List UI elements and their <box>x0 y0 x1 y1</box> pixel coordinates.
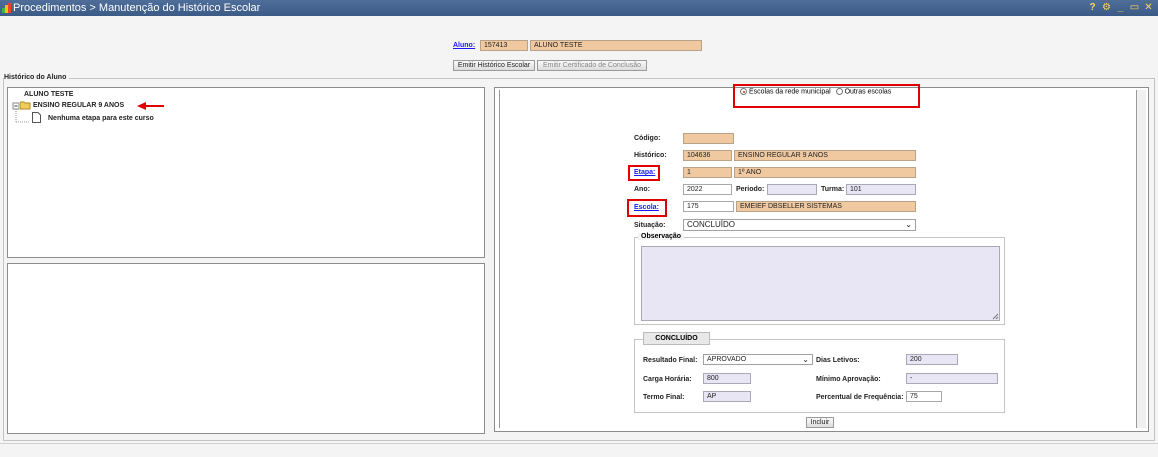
carga-horaria-label: Carga Horária: <box>643 376 692 383</box>
resize-grip-icon[interactable] <box>992 313 999 320</box>
red-arrow-annotation-icon <box>137 102 164 110</box>
tree-panel: ALUNO TESTE ENSINO REGULAR 9 ANOS Nenhum… <box>7 87 485 258</box>
codigo-label: Código: <box>634 135 661 142</box>
chevron-down-icon: ⌄ <box>905 220 912 229</box>
historico-name-field: ENSINO REGULAR 9 ANOS <box>734 150 916 161</box>
observacao-legend: Observação <box>638 233 685 240</box>
ano-label: Ano: <box>634 186 650 193</box>
window-titlebar: Procedimentos > Manutenção do Histórico … <box>0 0 1158 16</box>
resultado-value: APROVADO <box>707 356 747 363</box>
radio-municipal-label: Escolas da rede municipal <box>748 88 831 96</box>
aluno-link[interactable]: Aluno: <box>453 42 475 49</box>
concluido-tab: CONCLUÍDO <box>643 332 710 345</box>
dias-letivos-field: 200 <box>906 354 958 365</box>
situacao-value: CONCLUÍDO <box>687 220 736 229</box>
periodo-label: Periodo: <box>736 186 765 193</box>
window-controls: ? ⚙ _ ▭ ✕ <box>1087 2 1154 13</box>
percentual-frequencia-input[interactable]: 75 <box>906 391 942 402</box>
etapa-link[interactable]: Etapa: <box>634 169 655 176</box>
aluno-name-field: ALUNO TESTE <box>530 40 702 51</box>
minimo-aprovacao-label: Mínimo Aprovação: <box>816 376 881 383</box>
folder-icon <box>20 101 31 110</box>
minimize-icon[interactable]: _ <box>1115 2 1126 13</box>
escola-code-input[interactable]: 175 <box>683 201 734 212</box>
resultado-label: Resultado Final: <box>643 357 698 364</box>
radio-outras-label: Outras escolas <box>844 88 892 96</box>
carga-horaria-field: 800 <box>703 373 751 384</box>
escola-link[interactable]: Escola: <box>634 204 659 211</box>
window-title: Procedimentos > Manutenção do Histórico … <box>13 2 261 14</box>
form-scrollbar[interactable] <box>1136 90 1146 428</box>
periodo-field <box>767 184 817 195</box>
historico-section-title: Histórico do Aluno <box>4 74 70 81</box>
chevron-down-icon: ⌄ <box>802 355 809 364</box>
dias-letivos-label: Dias Letivos: <box>816 357 860 364</box>
historico-code-field: 104636 <box>683 150 732 161</box>
settings-icon[interactable]: ⚙ <box>1101 2 1112 13</box>
etapa-code-field: 1 <box>683 167 732 178</box>
observacao-textarea[interactable] <box>641 246 1000 321</box>
close-icon[interactable]: ✕ <box>1143 2 1154 13</box>
status-bar <box>0 443 1158 457</box>
percentual-frequencia-label: Percentual de Frequência: <box>816 394 904 401</box>
turma-label: Turma: <box>821 186 845 193</box>
emitir-historico-button[interactable]: Emitir Histórico Escolar <box>453 60 535 71</box>
incluir-button[interactable]: Incluir <box>806 417 834 428</box>
resultado-select[interactable]: APROVADO ⌄ <box>703 354 813 365</box>
escola-name-field: EMEIEF DBSELLER SISTEMAS <box>736 201 916 212</box>
aluno-code-field: 157413 <box>480 40 528 51</box>
situacao-label: Situação: <box>634 222 666 229</box>
maximize-icon[interactable]: ▭ <box>1129 2 1140 13</box>
codigo-field <box>683 133 734 144</box>
tree-root-label: ALUNO TESTE <box>24 91 74 98</box>
turma-field: 101 <box>846 184 916 195</box>
tree-course-item[interactable]: ENSINO REGULAR 9 ANOS <box>33 102 124 109</box>
radio-outras[interactable] <box>835 88 843 95</box>
ano-input[interactable]: 2022 <box>683 184 732 195</box>
situacao-select[interactable]: CONCLUÍDO ⌄ <box>683 219 916 231</box>
tree-empty-item: Nenhuma etapa para este curso <box>48 115 154 122</box>
historico-label: Histórico: <box>634 152 667 159</box>
etapa-name-field: 1º ANO <box>734 167 916 178</box>
emitir-certificado-button[interactable]: Emitir Certificado de Conclusão <box>537 60 647 71</box>
school-filter: Escolas da rede municipal Outras escolas <box>740 88 891 95</box>
help-icon[interactable]: ? <box>1087 2 1098 13</box>
form-panel-divider <box>499 90 500 428</box>
app-logo-icon <box>2 3 11 13</box>
document-icon <box>32 112 41 123</box>
termo-final-label: Termo Final: <box>643 394 685 401</box>
radio-municipal[interactable] <box>740 88 747 95</box>
details-panel <box>7 263 485 434</box>
minimo-aprovacao-field: - <box>906 373 998 384</box>
termo-final-field: AP <box>703 391 751 402</box>
